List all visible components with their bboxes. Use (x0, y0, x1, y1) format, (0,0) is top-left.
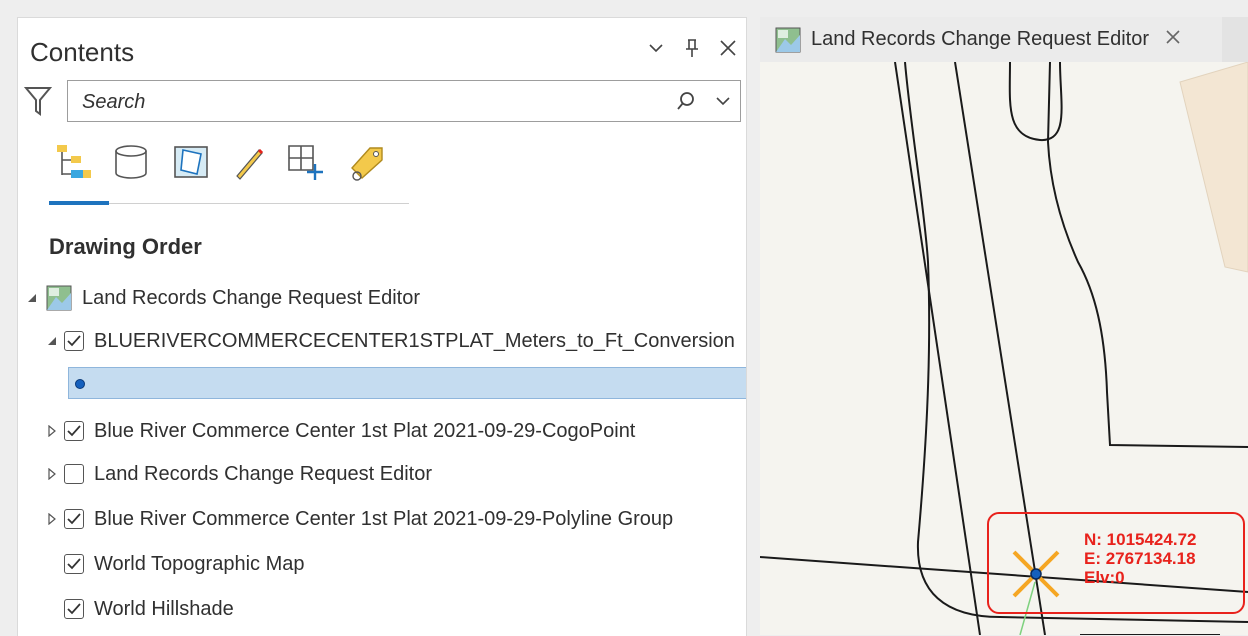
list-by-labeling-icon[interactable] (343, 140, 391, 184)
map-tab[interactable]: Land Records Change Request Editor (760, 17, 1222, 62)
layer-visibility-checkbox[interactable] (64, 464, 84, 484)
layer-label: Blue River Commerce Center 1st Plat 2021… (94, 419, 636, 442)
map-item-row[interactable]: Land Records Change Request Editor (24, 278, 420, 318)
active-tool-indicator (49, 201, 109, 205)
collapse-triangle-icon[interactable] (24, 290, 40, 306)
section-heading: Drawing Order (49, 234, 202, 259)
expand-triangle-icon[interactable] (44, 511, 60, 527)
list-by-snapping-icon[interactable] (283, 140, 331, 184)
list-by-editing-icon[interactable] (225, 140, 273, 184)
layer-visibility-checkbox[interactable] (64, 421, 84, 441)
layer-label: Land Records Change Request Editor (94, 462, 432, 485)
layer-label: World Topographic Map (94, 552, 305, 575)
layer-visibility-checkbox[interactable] (64, 331, 84, 351)
map-item-label: Land Records Change Request Editor (82, 286, 420, 309)
blue-point-symbol-icon (74, 377, 86, 395)
pane-controls (646, 36, 738, 60)
parcel-line (1008, 62, 1063, 142)
coordinate-readout: N: 1015424.72 E: 2767134.18 Elv:0 (1084, 530, 1196, 587)
layer-row[interactable]: BLUERIVERCOMMERCECENTER1STPLAT_Meters_to… (44, 321, 735, 361)
list-by-drawing-order-icon[interactable] (49, 140, 97, 184)
search-options-chevron-icon[interactable] (716, 93, 730, 111)
search-input[interactable] (80, 89, 644, 115)
easting-value: E: 2767134.18 (1084, 549, 1196, 568)
list-by-selection-icon[interactable] (167, 140, 215, 184)
layer-row[interactable]: World Topographic Map (64, 544, 305, 584)
pane-options-chevron-icon[interactable] (646, 36, 666, 60)
layer-row[interactable]: Land Records Change Request Editor (44, 454, 432, 494)
expand-triangle-icon[interactable] (44, 423, 60, 439)
list-by-data-source-icon[interactable] (107, 140, 155, 184)
layer-visibility-checkbox[interactable] (64, 599, 84, 619)
parcel-line (894, 62, 981, 635)
map-tab-bar: Land Records Change Request Editor (760, 17, 1248, 62)
layer-visibility-checkbox[interactable] (64, 509, 84, 529)
layer-row[interactable]: Blue River Commerce Center 1st Plat 2021… (44, 499, 673, 539)
contents-pane: Contents Search Drawing Order Land Recor… (17, 17, 747, 636)
collapse-triangle-icon[interactable] (44, 333, 60, 349)
layer-label: Blue River Commerce Center 1st Plat 2021… (94, 507, 674, 530)
search-icon[interactable] (676, 91, 696, 116)
layer-visibility-checkbox[interactable] (64, 554, 84, 574)
parcel-shape (1179, 62, 1248, 273)
map-icon (775, 27, 801, 53)
layer-row[interactable]: Blue River Commerce Center 1st Plat 2021… (44, 411, 635, 451)
close-tab-icon[interactable] (1165, 29, 1181, 50)
filter-icon[interactable] (23, 86, 53, 116)
auto-hide-pin-icon[interactable] (682, 36, 702, 60)
layer-label: BLUERIVERCOMMERCECENTER1STPLAT_Meters_to… (94, 329, 735, 352)
expand-triangle-icon[interactable] (44, 466, 60, 482)
search-box (67, 80, 741, 122)
layer-label: World Hillshade (94, 597, 234, 620)
map-icon (46, 285, 72, 311)
list-by-toolbar (49, 140, 409, 206)
pane-title: Contents (30, 37, 135, 67)
close-pane-icon[interactable] (718, 36, 738, 60)
legend-symbol-row-selected[interactable] (68, 367, 746, 399)
map-tab-title: Land Records Change Request Editor (811, 28, 1149, 50)
northing-value: N: 1015424.72 (1084, 530, 1197, 549)
layer-row[interactable]: World Hillshade (64, 589, 234, 629)
elevation-value: Elv:0 (1084, 568, 1125, 587)
